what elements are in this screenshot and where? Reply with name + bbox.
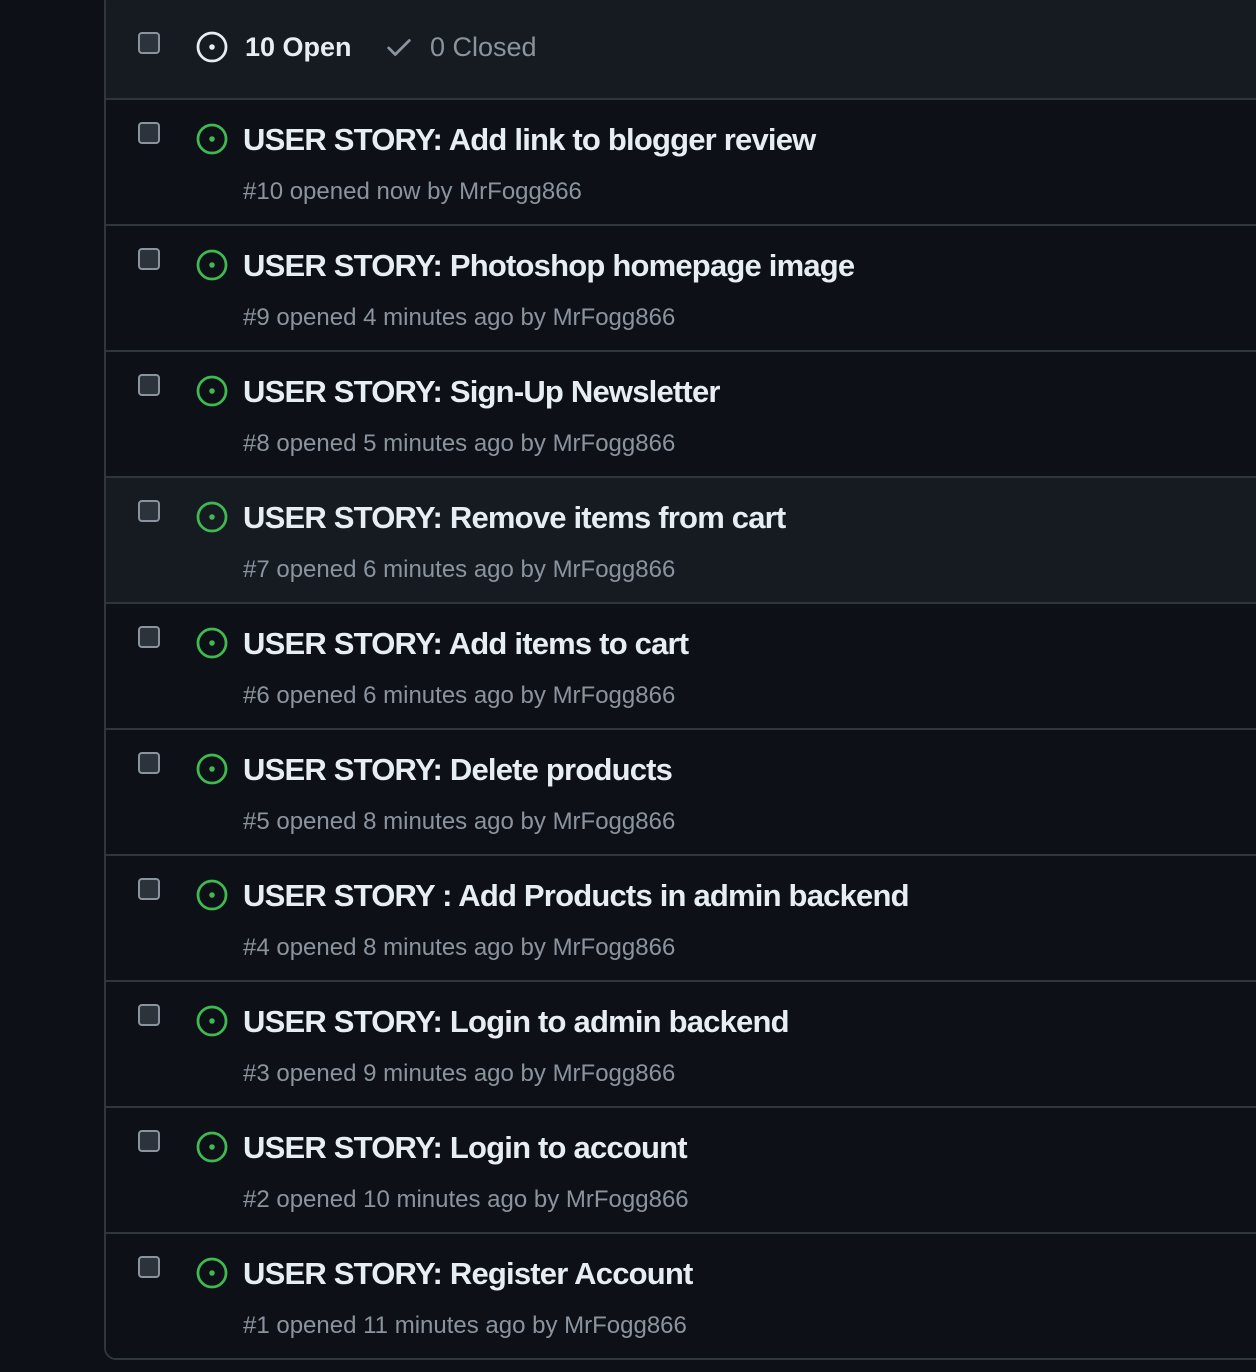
issue-meta: #3 opened 9 minutes ago by MrFogg866	[243, 1060, 676, 1087]
closed-issues-tab[interactable]: 0 Closed	[384, 28, 537, 66]
issues-list-box: 10 Open 0 Closed USER STORY: Add link to…	[104, 0, 1256, 1360]
issue-checkbox[interactable]	[138, 500, 160, 522]
issue-meta: #7 opened 6 minutes ago by MrFogg866	[243, 556, 676, 583]
issue-opened-icon	[196, 249, 228, 281]
issue-meta: #8 opened 5 minutes ago by MrFogg866	[243, 430, 676, 457]
issue-opened-icon	[196, 879, 228, 911]
issue-meta: #6 opened 6 minutes ago by MrFogg866	[243, 682, 676, 709]
issue-checkbox[interactable]	[138, 878, 160, 900]
issue-checkbox[interactable]	[138, 374, 160, 396]
issue-title-link[interactable]: USER STORY: Add link to blogger review	[243, 122, 816, 158]
closed-issues-label: 0 Closed	[430, 31, 537, 62]
open-issues-tab[interactable]: 10 Open	[195, 28, 352, 66]
issue-title-link[interactable]: USER STORY: Login to admin backend	[243, 1004, 790, 1040]
issues-list: USER STORY: Add link to blogger review #…	[106, 100, 1256, 1358]
issue-row: USER STORY: Remove items from cart #7 op…	[106, 478, 1256, 604]
check-icon	[387, 39, 411, 56]
issue-checkbox[interactable]	[138, 1256, 160, 1278]
issue-row: USER STORY: Add link to blogger review #…	[106, 100, 1256, 226]
issue-row: USER STORY: Login to account #2 opened 1…	[106, 1108, 1256, 1234]
issue-checkbox[interactable]	[138, 248, 160, 270]
issue-meta: #10 opened now by MrFogg866	[243, 178, 582, 205]
issue-checkbox[interactable]	[138, 122, 160, 144]
issue-title-link[interactable]: USER STORY: Login to account	[243, 1130, 688, 1166]
issue-opened-icon	[196, 31, 228, 63]
issue-opened-icon	[196, 627, 228, 659]
select-all-checkbox[interactable]	[138, 32, 160, 54]
issue-title-link[interactable]: USER STORY: Delete products	[243, 752, 673, 788]
issue-opened-icon	[196, 501, 228, 533]
issue-meta: #4 opened 8 minutes ago by MrFogg866	[243, 934, 676, 961]
issue-opened-icon	[196, 375, 228, 407]
issue-title-link[interactable]: USER STORY: Remove items from cart	[243, 500, 786, 536]
open-issues-label: 10 Open	[245, 31, 352, 62]
issue-row: USER STORY: Photoshop homepage image #9 …	[106, 226, 1256, 352]
issue-checkbox[interactable]	[138, 1004, 160, 1026]
issue-row: USER STORY: Sign-Up Newsletter #8 opened…	[106, 352, 1256, 478]
issue-row: USER STORY: Login to admin backend #3 op…	[106, 982, 1256, 1108]
issue-opened-icon	[196, 1131, 228, 1163]
issue-meta: #9 opened 4 minutes ago by MrFogg866	[243, 304, 676, 331]
issue-opened-icon	[196, 753, 228, 785]
issue-checkbox[interactable]	[138, 1130, 160, 1152]
issue-title-link[interactable]: USER STORY : Add Products in admin backe…	[243, 878, 910, 914]
issue-row: USER STORY: Add items to cart #6 opened …	[106, 604, 1256, 730]
issue-title-link[interactable]: USER STORY: Photoshop homepage image	[243, 248, 855, 284]
issue-meta: #1 opened 11 minutes ago by MrFogg866	[243, 1312, 687, 1339]
issue-title-link[interactable]: USER STORY: Sign-Up Newsletter	[243, 374, 720, 410]
issue-checkbox[interactable]	[138, 626, 160, 648]
issue-row: USER STORY: Register Account #1 opened 1…	[106, 1234, 1256, 1358]
issue-opened-icon	[196, 1005, 228, 1037]
issue-title-link[interactable]: USER STORY: Register Account	[243, 1256, 693, 1292]
issue-meta: #5 opened 8 minutes ago by MrFogg866	[243, 808, 676, 835]
issue-meta: #2 opened 10 minutes ago by MrFogg866	[243, 1186, 689, 1213]
issue-title-link[interactable]: USER STORY: Add items to cart	[243, 626, 689, 662]
issues-list-header: 10 Open 0 Closed	[106, 0, 1256, 100]
issue-row: USER STORY : Add Products in admin backe…	[106, 856, 1256, 982]
issue-checkbox[interactable]	[138, 752, 160, 774]
issue-opened-icon	[196, 123, 228, 155]
issue-opened-icon	[196, 1257, 228, 1289]
issue-row: USER STORY: Delete products #5 opened 8 …	[106, 730, 1256, 856]
